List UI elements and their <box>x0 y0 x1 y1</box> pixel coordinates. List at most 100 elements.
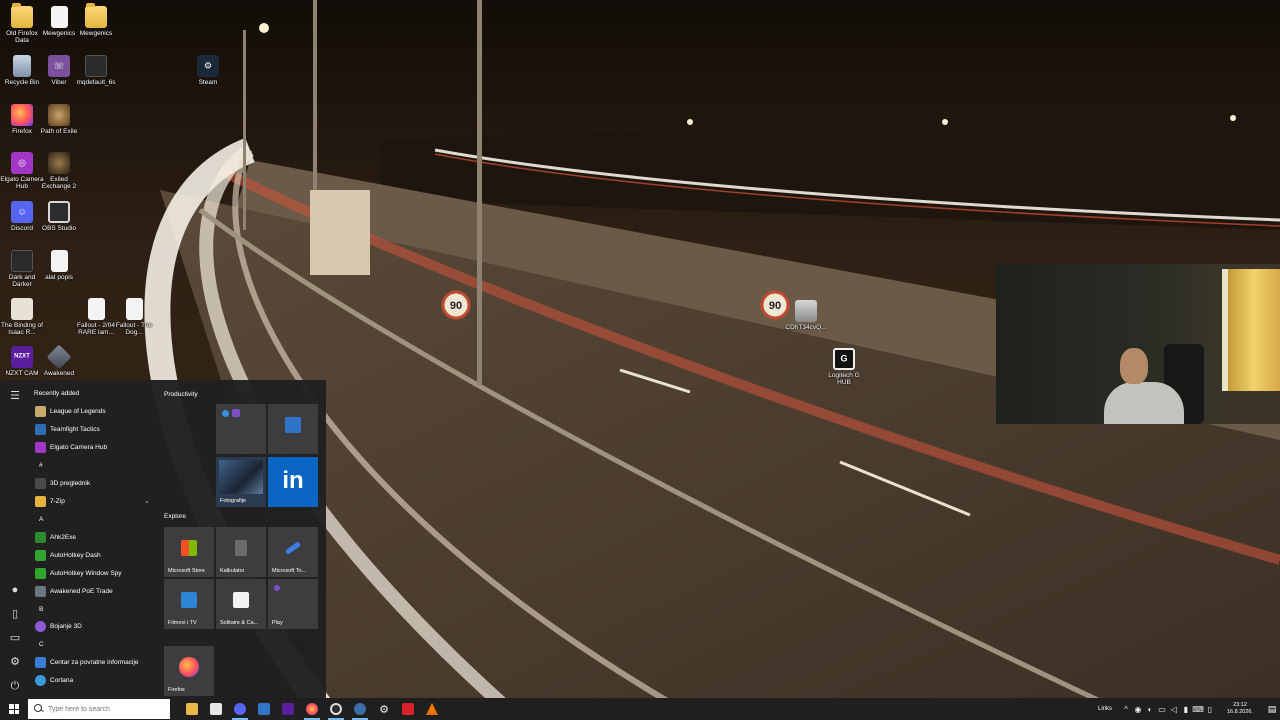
taskbar-nzxt[interactable] <box>276 698 300 720</box>
skype-icon <box>222 410 229 417</box>
pictures-icon[interactable]: ▭ <box>8 631 22 645</box>
desktop-icon-obs[interactable]: OBS Studio <box>37 201 81 232</box>
keyboard-icon[interactable]: ⌨ <box>1192 698 1204 720</box>
obs-icon <box>48 201 70 223</box>
tile-firefox[interactable]: Firefox <box>164 646 214 696</box>
desktop-icon-logitech-g-hub[interactable]: G Logitech G HUB <box>822 348 866 386</box>
tile-microsoft-store[interactable]: Microsoft Store <box>164 527 214 577</box>
tile-microsoft-todo[interactable]: Microsoft To... <box>268 527 318 577</box>
desktop-icon-label: alat popis <box>45 274 73 281</box>
autohotkey-icon <box>35 549 46 561</box>
tile-mail[interactable] <box>268 404 318 454</box>
desktop-icon-label: Logitech G HUB <box>828 372 860 386</box>
app-autohotkey-dash[interactable]: AutoHotkey Dash <box>30 547 154 563</box>
taskbar-mail[interactable] <box>252 698 276 720</box>
volume-icon[interactable]: ◁ <box>1168 698 1180 720</box>
tile-solitaire[interactable]: Solitaire & Ca... <box>216 579 266 629</box>
links-toolbar[interactable]: Links <box>1098 706 1112 712</box>
microphone-icon[interactable]: ▮ <box>1180 698 1192 720</box>
desktop-icon-awakened[interactable]: Awakened <box>37 344 81 377</box>
tile-filmovi-i-tv[interactable]: Filmovi i TV <box>164 579 214 629</box>
desktop-icon-alat-popis[interactable]: alat popis <box>37 250 81 281</box>
tile-fotografije[interactable]: Fotografije <box>216 457 266 507</box>
network-icon[interactable]: ▭ <box>1156 698 1168 720</box>
paint-3d-icon <box>35 620 46 632</box>
desktop-icon-fallout-2[interactable]: Fallout - The Dog... <box>112 298 156 336</box>
steam-icon <box>354 703 366 715</box>
group-title-productivity[interactable]: Productivity <box>164 391 198 398</box>
group-title-explore[interactable]: Explore <box>164 513 186 520</box>
tile-play[interactable]: Play <box>268 579 318 629</box>
app-elgato-camera-hub[interactable]: Elgato Camera Hub <box>30 439 154 455</box>
image-icon <box>85 55 107 77</box>
nzxt-icon <box>282 703 294 715</box>
desktop-icon-path-of-exile[interactable]: Path of Exile <box>37 104 81 135</box>
tile-linkedin[interactable]: in <box>268 457 318 507</box>
desktop-icon-mewgenics-folder[interactable]: Mewgenics <box>74 3 118 37</box>
start-menu: ☰ ● ▯ ▭ ⚙ ⏻ Recently added League of Leg… <box>0 380 326 698</box>
app-autohotkey-window-spy[interactable]: AutoHotkey Window Spy <box>30 565 154 581</box>
letter-header-b[interactable]: B <box>39 606 43 613</box>
cortana-icon <box>35 674 46 686</box>
letter-header-a[interactable]: A <box>39 516 43 523</box>
taskbar-steam[interactable] <box>348 698 372 720</box>
app-label: Bojanje 3D <box>50 622 82 630</box>
notification-center-icon[interactable]: ▤ <box>1264 698 1280 720</box>
tile-label: Filmovi i TV <box>168 620 197 626</box>
chevron-up-icon[interactable]: ^ <box>1120 698 1132 720</box>
desktop-icon-steam[interactable]: ⚙ Steam <box>186 55 230 86</box>
todo-check-icon <box>285 541 301 555</box>
app-ahk2exe[interactable]: Ahk2Exe <box>30 529 154 545</box>
hamburger-menu-icon[interactable]: ☰ <box>8 389 22 403</box>
taskbar-obs[interactable] <box>228 698 252 720</box>
desktop-icon-label: Fallout - The Dog... <box>115 322 153 336</box>
app-teamfight-tactics[interactable]: Teamfight Tactics <box>30 421 154 437</box>
desktop-icon-mqdefault[interactable]: mqdefault_6s <box>74 55 118 86</box>
letter-header-c[interactable]: C <box>39 641 44 648</box>
clock[interactable]: 23:12 16.8.2026. <box>1220 702 1260 716</box>
desktop-icon-binding-of-isaac[interactable]: The Binding of Isaac R... <box>0 298 44 336</box>
app-bojanje-3d[interactable]: Bojanje 3D <box>30 618 154 634</box>
app-3d-preglednik[interactable]: 3D preglednik <box>30 475 154 491</box>
desktop-icon-label: mqdefault_6s <box>76 79 116 86</box>
obs-studio-icon <box>330 703 342 715</box>
display-icon[interactable]: ▯ <box>1204 698 1216 720</box>
location-icon[interactable]: ◉ <box>1132 698 1144 720</box>
desktop-icon-cdht34cvq[interactable]: CDhT34cvQ... <box>784 300 828 331</box>
settings-gear-icon[interactable]: ⚙ <box>8 655 22 669</box>
taskbar-obs-studio[interactable] <box>324 698 348 720</box>
system-tray: Links ^ ◉ ◐ ▭ ◁ ▮ ⌨ ▯ 23:12 16.8.2026. ▤ <box>1098 698 1280 720</box>
tile-kalkulator[interactable]: Kalkulator <box>216 527 266 577</box>
app-centar-za-povratne-informacije[interactable]: Centar za povratne informacije <box>30 654 154 670</box>
user-account-icon[interactable]: ● <box>8 583 22 597</box>
chevron-down-icon[interactable]: ⌄ <box>144 497 150 505</box>
movies-icon <box>181 592 197 608</box>
app-league-of-legends[interactable]: League of Legends <box>30 403 154 419</box>
app-cortana[interactable]: Cortana <box>30 672 154 688</box>
desktop-icon-label: OBS Studio <box>42 225 76 232</box>
isaac-icon <box>11 298 33 320</box>
windows-logo-icon <box>9 704 19 714</box>
tile-label: Solitaire & Ca... <box>220 620 259 626</box>
letter-header-hash[interactable]: # <box>39 462 43 469</box>
headset-icon[interactable]: ◐ <box>1144 698 1156 720</box>
tile-office-group[interactable] <box>216 404 266 454</box>
tile-label: Play <box>272 620 283 626</box>
documents-icon[interactable]: ▯ <box>8 607 22 621</box>
desktop-icon-label: The Binding of Isaac R... <box>1 322 43 336</box>
desktop-icon-exiled-exchange[interactable]: Exiled Exchange 2 <box>37 152 81 190</box>
taskbar-vlc[interactable] <box>420 698 444 720</box>
taskbar-red-app[interactable] <box>396 698 420 720</box>
taskbar-search-box[interactable] <box>28 699 170 719</box>
taskbar-firefox[interactable] <box>300 698 324 720</box>
app-awakened-poe-trade[interactable]: Awakened PoE Trade <box>30 583 154 599</box>
start-button[interactable] <box>0 698 28 720</box>
taskbar-file-explorer[interactable] <box>180 698 204 720</box>
power-icon[interactable]: ⏻ <box>8 679 22 693</box>
taskbar-store[interactable] <box>204 698 228 720</box>
start-menu-rail: ☰ ● ▯ ▭ ⚙ ⏻ <box>0 380 30 698</box>
app-7-zip[interactable]: 7-Zip ⌄ <box>30 493 154 509</box>
taskbar-settings[interactable]: ⚙ <box>372 698 396 720</box>
awakened-icon <box>46 344 72 370</box>
search-input[interactable] <box>48 705 168 713</box>
